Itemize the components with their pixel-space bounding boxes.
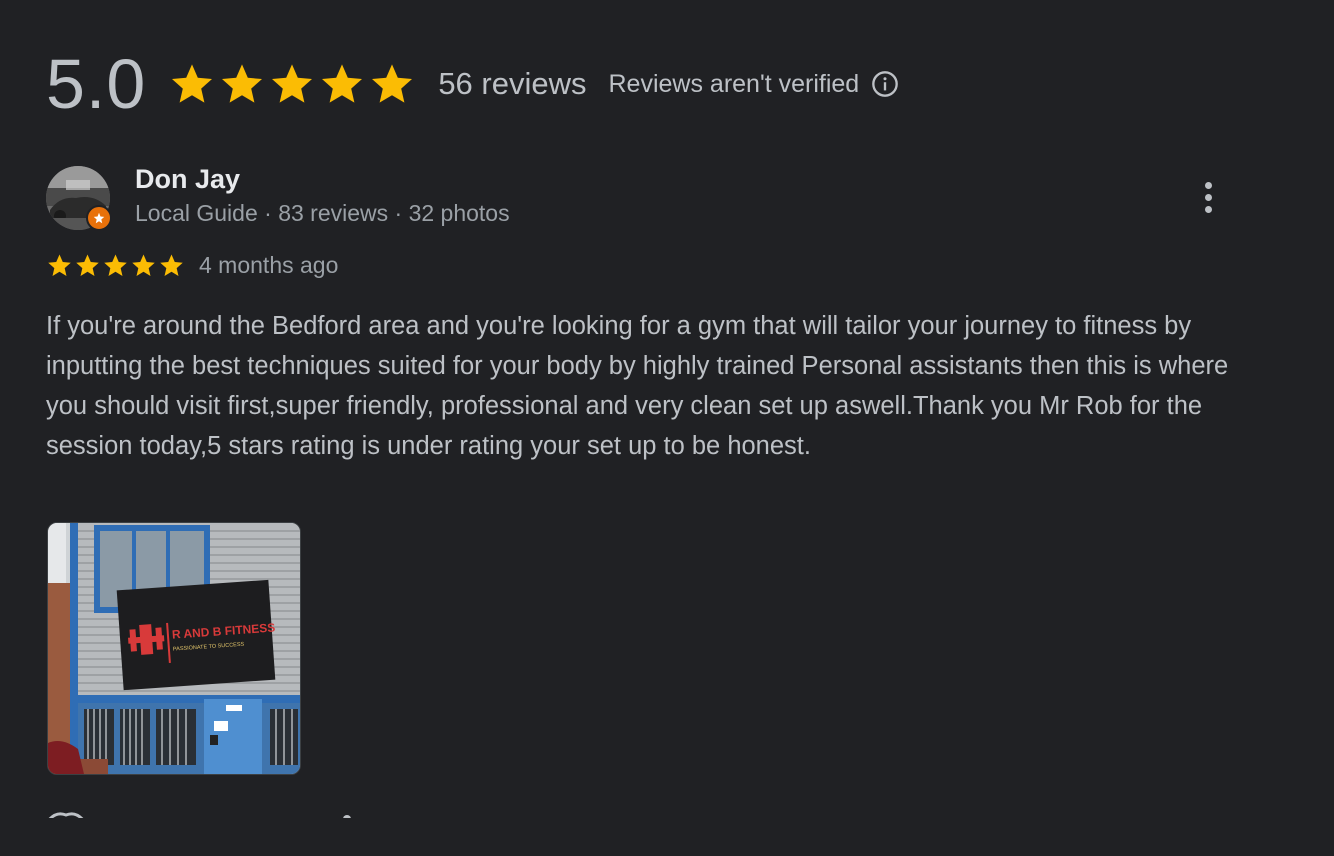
star-icon [372, 64, 413, 103]
star-icon [172, 64, 213, 103]
reviewer-avatar[interactable] [46, 166, 112, 231]
star-icon [322, 64, 363, 103]
next-review-peek [46, 808, 366, 818]
gym-photo-illustration: R AND B FITNESS PASSIONATE TO SUCCESS [48, 523, 300, 774]
local-guide-badge-icon [86, 205, 112, 231]
more-dot [1204, 205, 1212, 213]
reviews-panel: 5.0 56 reviews Reviews aren't verified D… [0, 0, 1334, 856]
star-icon [222, 64, 263, 103]
star-icon [272, 64, 313, 103]
star-icon [104, 254, 127, 276]
reviewer-name[interactable]: Don Jay [135, 164, 240, 195]
star-icon [160, 254, 183, 276]
star-icon [48, 254, 71, 276]
review-text: If you're around the Bedford area and yo… [46, 312, 1229, 460]
rating-summary: 5.0 56 reviews Reviews aren't verified [46, 44, 899, 124]
average-rating: 5.0 [46, 45, 147, 123]
review-time: 4 months ago [199, 252, 339, 278]
info-icon[interactable] [871, 70, 899, 98]
review-stars [46, 252, 185, 279]
reviewer-meta: Local Guide · 83 reviews · 32 photos [135, 200, 510, 226]
review-count[interactable]: 56 reviews [438, 66, 586, 102]
more-dot [1204, 193, 1212, 201]
star-icon [76, 254, 99, 276]
more-dot [1204, 181, 1212, 189]
review-rating-row: 4 months ago [46, 252, 338, 279]
review-photo[interactable]: R AND B FITNESS PASSIONATE TO SUCCESS [47, 522, 301, 775]
unverified-notice: Reviews aren't verified [608, 69, 860, 98]
average-stars [168, 60, 416, 108]
more-vert-icon[interactable] [1188, 174, 1228, 220]
star-icon [132, 254, 155, 276]
